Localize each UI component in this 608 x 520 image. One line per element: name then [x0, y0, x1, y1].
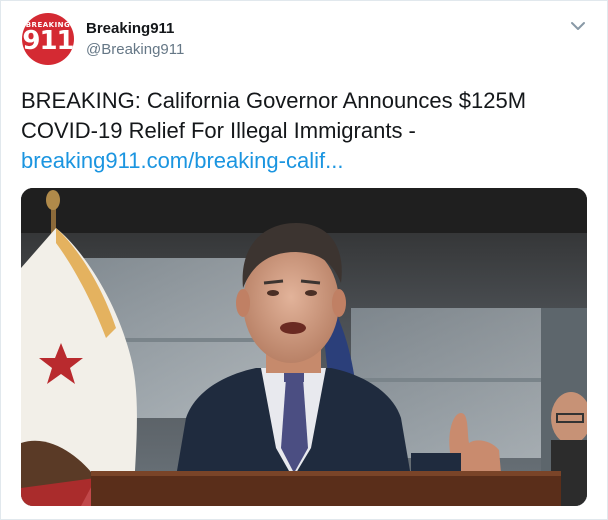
tweet-text-line: BREAKING: California Governor Announces … [21, 88, 527, 113]
user-handle[interactable]: @Breaking911 [86, 41, 184, 58]
avatar[interactable]: BREAKING 911 [22, 13, 74, 65]
avatar-logo-text: 911 [22, 26, 74, 56]
press-conference-photo [21, 188, 587, 506]
tweet-photo[interactable] [21, 188, 587, 506]
tweet-card: BREAKING 911 Breaking911 @Breaking911 BR… [0, 0, 608, 520]
tweet-text-line: COVID-19 Relief For Illegal Immigrants - [21, 118, 416, 143]
display-name[interactable]: Breaking911 [86, 20, 174, 37]
tweet-text: BREAKING: California Governor Announces … [21, 86, 581, 176]
chevron-down-icon[interactable] [567, 15, 589, 37]
tweet-link[interactable]: breaking911.com/breaking-calif... [21, 148, 343, 173]
